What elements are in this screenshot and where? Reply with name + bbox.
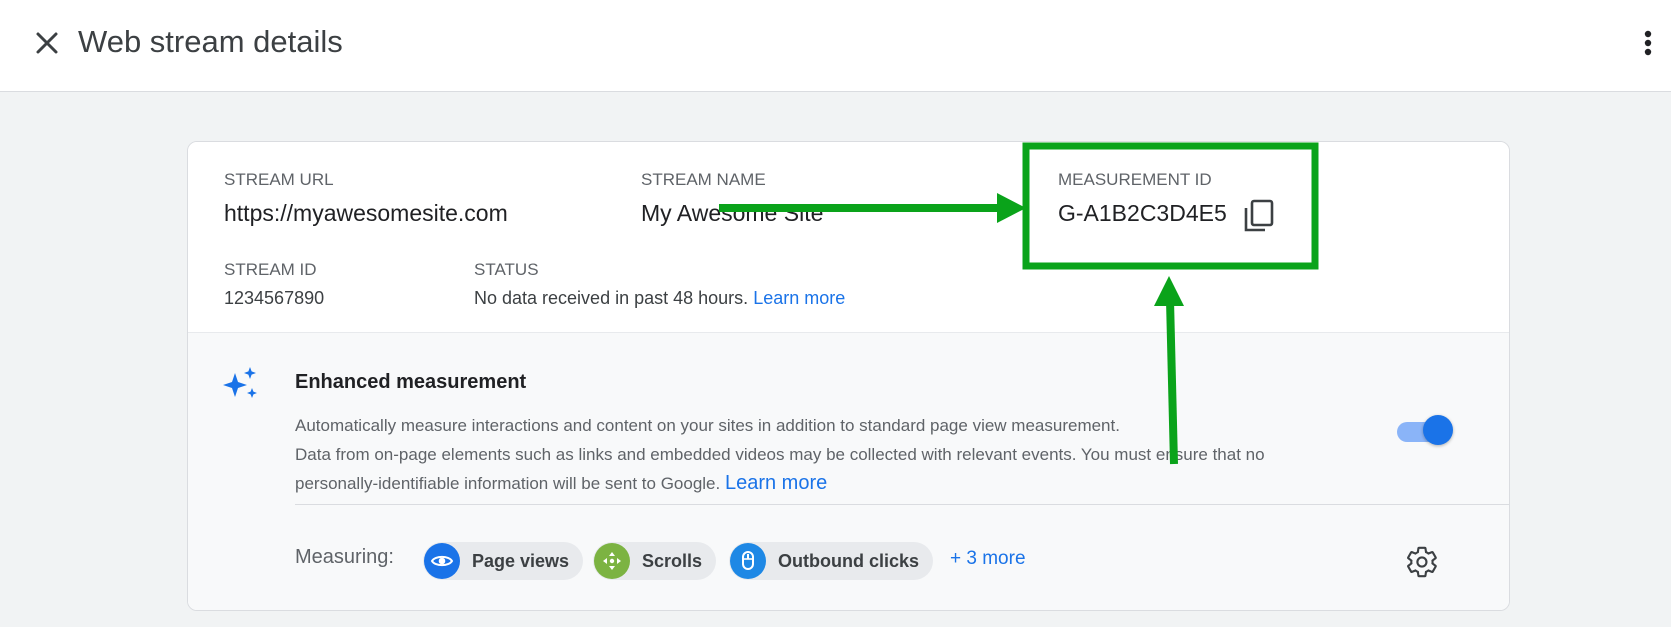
gear-icon[interactable] [1405,545,1439,579]
copy-icon[interactable] [1241,198,1277,234]
stream-id-value: 1234567890 [224,288,325,308]
scroll-icon [594,543,630,579]
stream-id-label: STREAM ID [224,260,317,279]
close-icon[interactable] [30,26,66,62]
description-line-3-text: personally-identifiable information will… [295,474,721,493]
enhanced-measurement-title: Enhanced measurement [295,371,527,393]
description-line-1: Automatically measure interactions and c… [295,416,1120,435]
status-label: STATUS [474,260,539,279]
enhanced-learn-more-link[interactable]: Learn more [725,472,827,494]
chip-label: Scrolls [642,550,703,571]
measurement-id-label: MEASUREMENT ID [1058,170,1212,189]
chip-page-views[interactable]: Page views [423,542,584,580]
chip-label: Outbound clicks [778,550,920,571]
eye-icon [424,543,460,579]
stream-name-value: My Awesome Site [641,200,824,226]
measurement-id-value: G-A1B2C3D4E5 [1058,200,1227,226]
sparkle-icon [223,365,259,401]
toggle-knob [1423,415,1453,445]
mouse-icon [730,543,766,579]
measuring-label: Measuring: [295,546,394,568]
more-events-link[interactable]: + 3 more [950,548,1026,570]
enhanced-measurement-toggle[interactable] [1395,413,1453,449]
description-line-2: Data from on-page elements such as links… [295,445,1265,464]
chip-label: Page views [472,550,570,571]
page-title: Web stream details [78,24,343,59]
description-line-3: personally-identifiable information will… [295,469,1335,498]
stream-info-section: STREAM URL https://myawesomesite.com STR… [188,142,1509,333]
divider [295,504,1509,505]
stream-url-label: STREAM URL [224,170,334,189]
stream-card: STREAM URL https://myawesomesite.com STR… [187,141,1510,611]
enhanced-measurement-description: Automatically measure interactions and c… [295,411,1335,498]
status-text: No data received in past 48 hours. [474,288,749,308]
status-value: No data received in past 48 hours. Learn… [474,288,845,309]
chip-outbound-clicks[interactable]: Outbound clicks [729,542,934,580]
enhanced-measurement-section: Enhanced measurement Automatically measu… [188,333,1509,610]
app-header: Web stream details [0,0,1671,92]
status-learn-more-link[interactable]: Learn more [753,288,845,308]
stream-name-label: STREAM NAME [641,170,766,189]
stream-url-value: https://myawesomesite.com [224,200,508,226]
more-vert-icon[interactable] [1638,24,1658,64]
chip-scrolls[interactable]: Scrolls [593,542,717,580]
